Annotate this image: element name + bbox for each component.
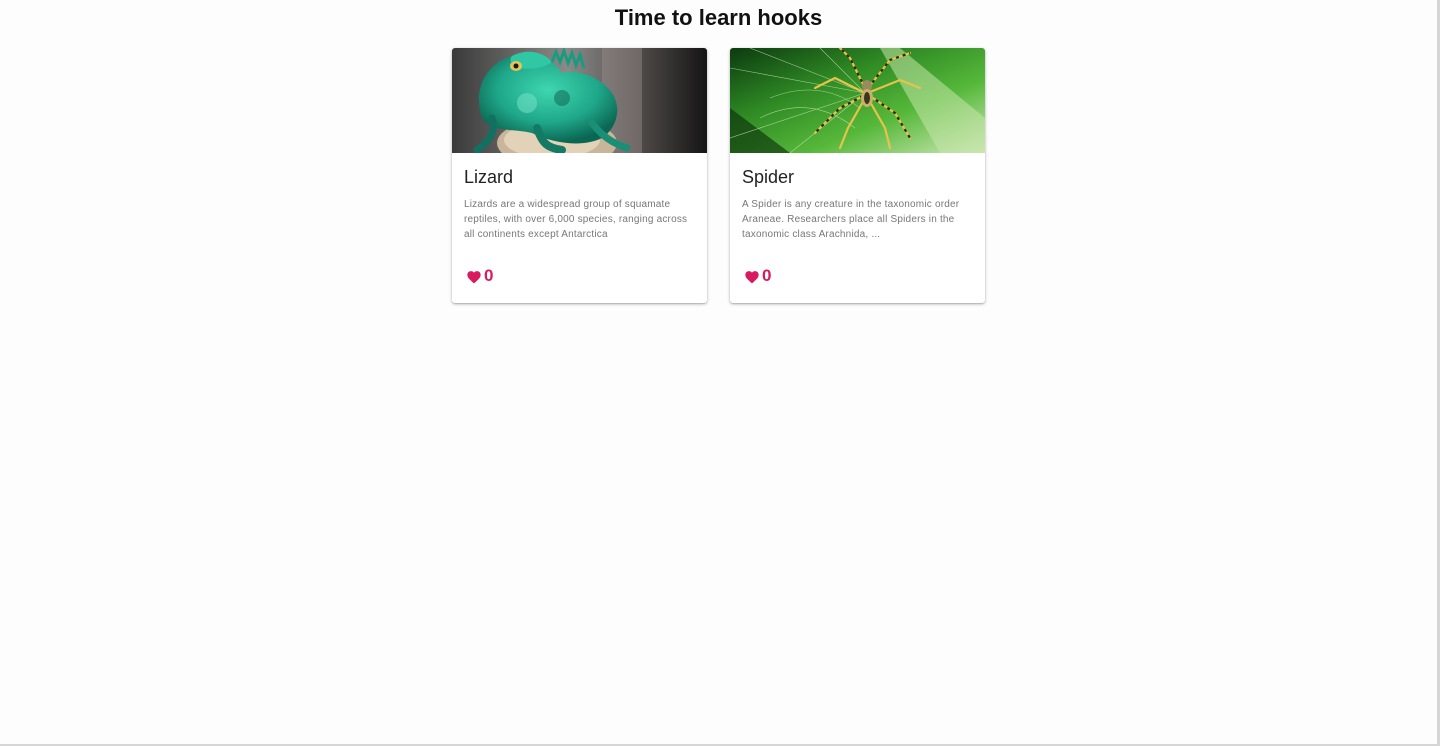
heart-icon: [745, 270, 759, 283]
card-title: Spider: [742, 167, 795, 187]
card-description: A Spider is any creature in the taxonomi…: [742, 199, 960, 240]
card-title: Lizard: [464, 167, 514, 187]
like-button[interactable]: 0: [466, 266, 493, 286]
card-image-lizard[interactable]: [452, 48, 707, 153]
lizard-image: [452, 48, 707, 153]
card-image-spider[interactable]: [730, 48, 985, 153]
card-description: Lizards are a widespread group of squama…: [464, 199, 688, 240]
page: Time to learn hooks Lizard Lizards are a…: [0, 0, 1440, 746]
card-lizard[interactable]: Lizard Lizards are a widespread group of…: [452, 48, 707, 303]
heart-icon: [467, 270, 481, 283]
like-count: 0: [762, 266, 772, 285]
page-title: Time to learn hooks: [614, 5, 823, 30]
card-spider[interactable]: Spider A Spider is any creature in the t…: [730, 48, 985, 303]
spider-image: [730, 48, 985, 153]
card-list: Lizard Lizards are a widespread group of…: [452, 48, 985, 303]
like-count: 0: [484, 266, 494, 285]
card-content: Spider A Spider is any creature in the t…: [730, 167, 985, 242]
like-button[interactable]: 0: [744, 266, 771, 286]
card-content: Lizard Lizards are a widespread group of…: [452, 167, 707, 242]
